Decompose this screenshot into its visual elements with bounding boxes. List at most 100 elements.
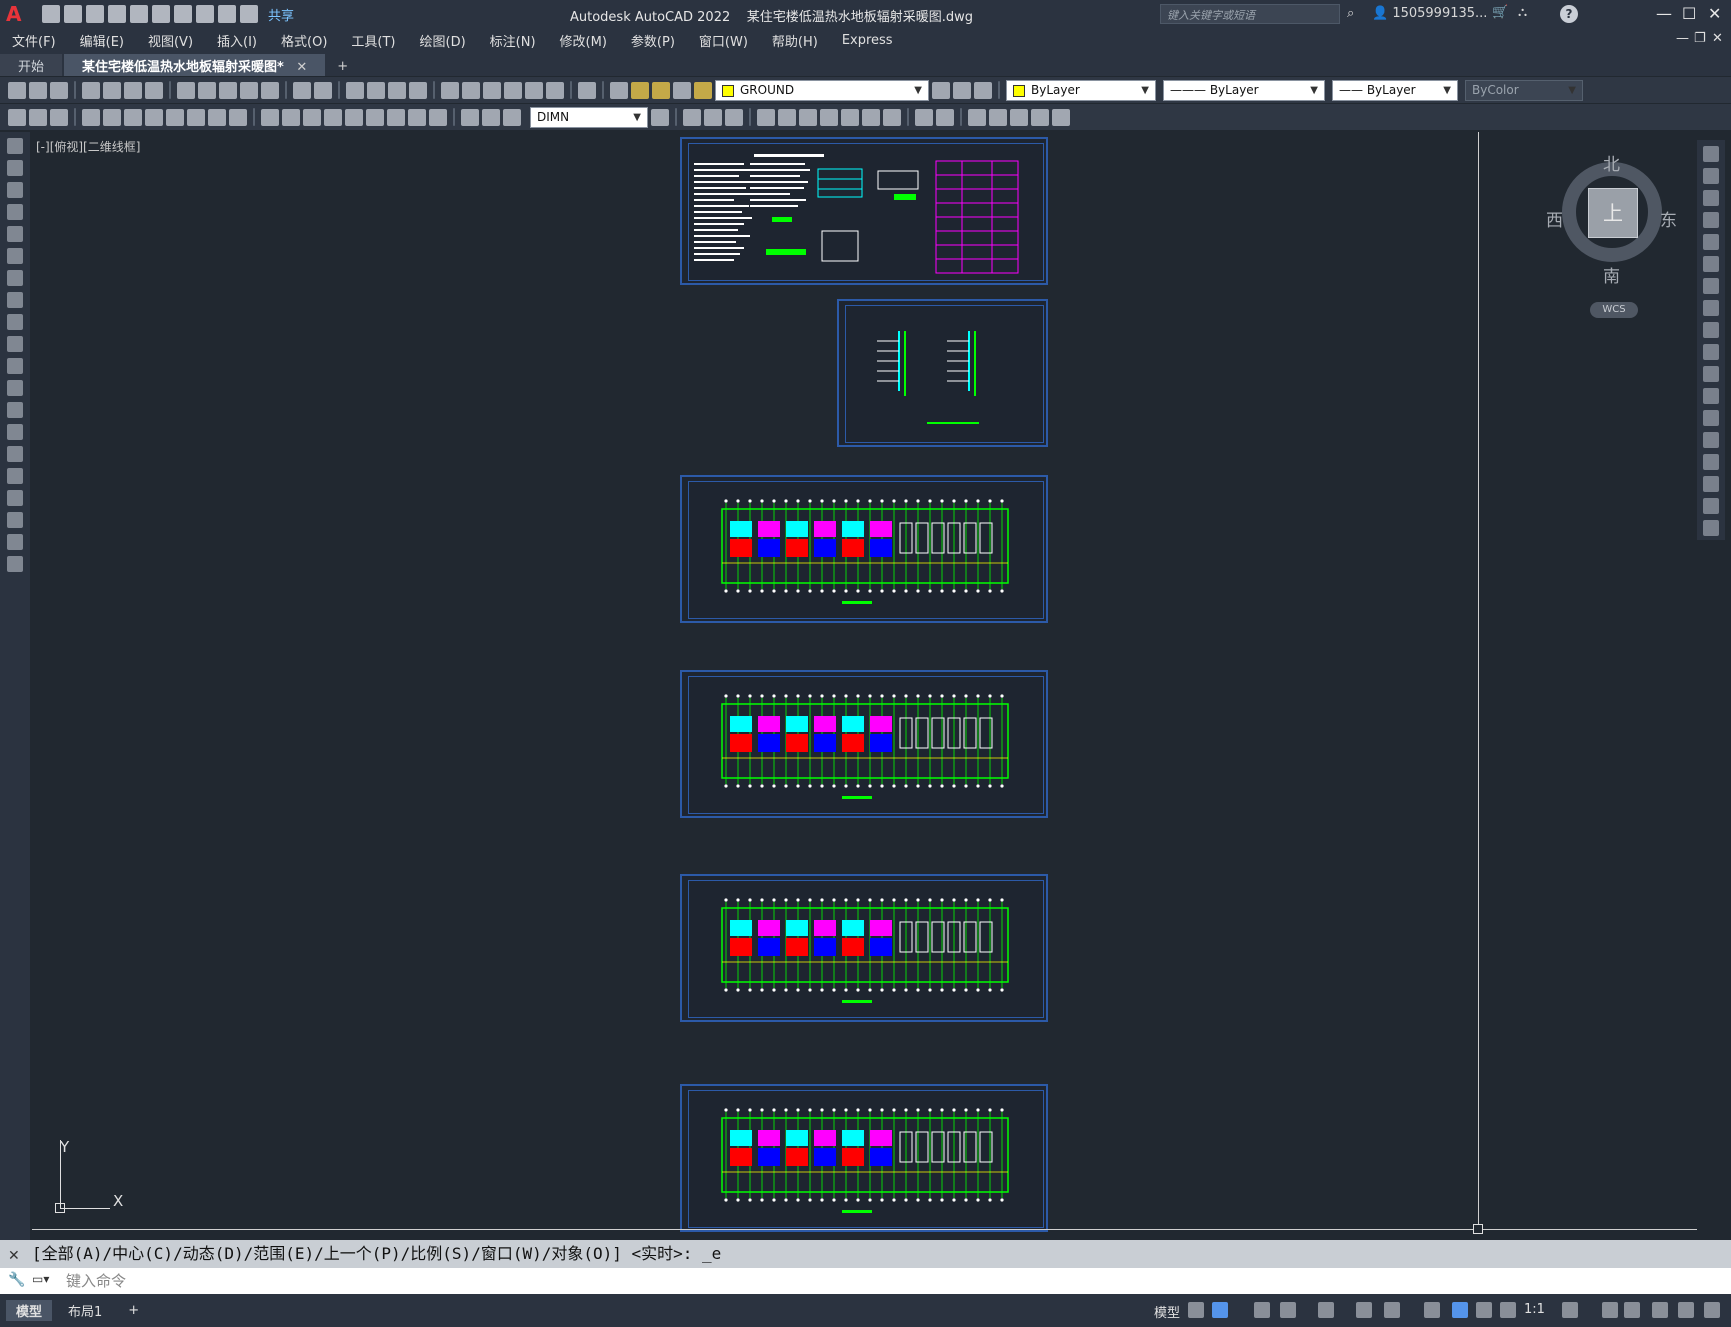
open-web-icon[interactable]: [130, 5, 148, 23]
underlay-layers-icon[interactable]: [883, 108, 901, 126]
arc-icon[interactable]: [7, 248, 23, 264]
layer-vp-freeze-icon[interactable]: [673, 81, 691, 99]
clean-screen-icon[interactable]: [1678, 1302, 1694, 1318]
add-selected-icon[interactable]: [7, 556, 23, 572]
ortho-icon[interactable]: [1254, 1302, 1270, 1318]
revision-cloud-icon[interactable]: [936, 108, 954, 126]
copy-icon[interactable]: [1703, 168, 1719, 184]
save-icon[interactable]: [86, 5, 104, 23]
help-icon[interactable]: ?: [1560, 5, 1578, 23]
dim-arc-icon[interactable]: [124, 108, 142, 126]
calculator-icon[interactable]: [546, 81, 564, 99]
dim-diameter-icon[interactable]: [208, 108, 226, 126]
jogged-linear-icon[interactable]: [429, 108, 447, 126]
viewcube-top-face[interactable]: 上: [1588, 188, 1638, 238]
paste-icon[interactable]: [219, 81, 237, 99]
layer-dropdown[interactable]: GROUND ▼: [715, 79, 929, 101]
dim-aligned-icon[interactable]: [103, 108, 121, 126]
mirror-icon[interactable]: [1703, 190, 1719, 206]
revcloud-icon[interactable]: [7, 292, 23, 308]
zoom-previous-icon[interactable]: [409, 81, 427, 99]
draw-order-front-icon[interactable]: [29, 108, 47, 126]
menu-item-11[interactable]: 帮助(H): [760, 31, 830, 50]
inspection-icon[interactable]: [408, 108, 426, 126]
pan-icon[interactable]: [346, 81, 364, 99]
new-icon[interactable]: [42, 5, 60, 23]
customize-menu-icon[interactable]: [1704, 1302, 1720, 1318]
snap-icon[interactable]: [1212, 1302, 1228, 1318]
color-dropdown[interactable]: ByLayer ▼: [1006, 79, 1156, 101]
xref-icon[interactable]: [862, 108, 880, 126]
polyline-arc-icon[interactable]: [7, 182, 23, 198]
make-current-icon[interactable]: [932, 81, 950, 99]
group-icon[interactable]: [968, 108, 986, 126]
save-web-icon[interactable]: [152, 5, 170, 23]
clip-icon[interactable]: [778, 108, 796, 126]
annotation-scale-icon[interactable]: [1500, 1302, 1516, 1318]
stretch-icon[interactable]: [1703, 322, 1719, 338]
menu-item-0[interactable]: 文件(F): [0, 31, 68, 50]
maximize-button[interactable]: ☐: [1682, 4, 1696, 23]
command-input[interactable]: 键入命令: [0, 1268, 1731, 1294]
annotation-monitor-icon[interactable]: [1602, 1302, 1618, 1318]
qnew-icon[interactable]: [8, 81, 26, 99]
group-bounding-icon[interactable]: [1052, 108, 1070, 126]
dim-baseline-icon[interactable]: [282, 108, 300, 126]
dim-update-icon[interactable]: [503, 108, 521, 126]
save-icon[interactable]: [50, 81, 68, 99]
draw-order-icon[interactable]: [8, 108, 26, 126]
user-account[interactable]: 👤 1505999135...: [1372, 6, 1487, 21]
block-editor-icon[interactable]: [261, 81, 279, 99]
plot-icon[interactable]: [174, 5, 192, 23]
snap-underlay-icon[interactable]: [820, 108, 838, 126]
help-icon[interactable]: [578, 81, 596, 99]
object-snap-icon[interactable]: [1384, 1302, 1400, 1318]
units-icon[interactable]: [1624, 1302, 1640, 1318]
tab-model[interactable]: 模型: [6, 1300, 53, 1321]
workspace-gear-icon[interactable]: [1562, 1302, 1578, 1318]
viewport-controls[interactable]: [-][俯视][二维线框]: [36, 138, 140, 155]
publish-icon[interactable]: [124, 81, 142, 99]
draw-order-back-icon[interactable]: [50, 108, 68, 126]
scale-icon[interactable]: [1703, 300, 1719, 316]
tolerance-icon[interactable]: [366, 108, 384, 126]
scale-dropdown[interactable]: 1:1: [1524, 1302, 1545, 1317]
extend-icon[interactable]: [1703, 366, 1719, 382]
mtext-icon[interactable]: [7, 534, 23, 550]
recent-commands-icon[interactable]: ▭▾: [32, 1272, 49, 1286]
tab-start[interactable]: 开始: [0, 54, 63, 76]
circle-icon[interactable]: [7, 270, 23, 286]
object-snap-tracking-icon[interactable]: [1356, 1302, 1372, 1318]
copy-array-icon[interactable]: [704, 108, 722, 126]
layer-on-icon[interactable]: [631, 81, 649, 99]
point-icon[interactable]: [7, 424, 23, 440]
ellipse-icon[interactable]: [7, 336, 23, 352]
region-icon[interactable]: [7, 490, 23, 506]
polygon-icon[interactable]: [7, 204, 23, 220]
hatch-icon[interactable]: [7, 446, 23, 462]
fillet-icon[interactable]: [1703, 476, 1719, 492]
insert-block-icon[interactable]: [7, 380, 23, 396]
compass-west[interactable]: 西: [1546, 206, 1563, 231]
attach-icon[interactable]: [757, 108, 775, 126]
menu-item-12[interactable]: Express: [830, 33, 905, 48]
menu-item-9[interactable]: 参数(P): [619, 31, 687, 50]
lineweight-dropdown[interactable]: —— ByLayer ▼: [1332, 79, 1458, 101]
tab-drawing[interactable]: 某住宅楼低温热水地板辐射采暖图* ✕: [64, 54, 326, 76]
autocad-logo-icon[interactable]: A: [6, 2, 30, 26]
redo-icon[interactable]: [218, 5, 236, 23]
doc-close-button[interactable]: ✕: [1712, 31, 1723, 46]
dim-edit-icon[interactable]: [461, 108, 479, 126]
autodesk-a360-icon[interactable]: ⛬: [1518, 5, 1527, 20]
dim-text-edit-icon[interactable]: [482, 108, 500, 126]
dim-ordinate-icon[interactable]: [145, 108, 163, 126]
layer-lock-icon[interactable]: [694, 81, 712, 99]
design-center-icon[interactable]: [462, 81, 480, 99]
group-edit-icon[interactable]: [1010, 108, 1028, 126]
break-at-point-icon[interactable]: [1703, 388, 1719, 404]
dim-jogged-icon[interactable]: [187, 108, 205, 126]
group-select-icon[interactable]: [1031, 108, 1049, 126]
dim-linear-icon[interactable]: [82, 108, 100, 126]
open-icon[interactable]: [64, 5, 82, 23]
quick-dim-icon[interactable]: [261, 108, 279, 126]
